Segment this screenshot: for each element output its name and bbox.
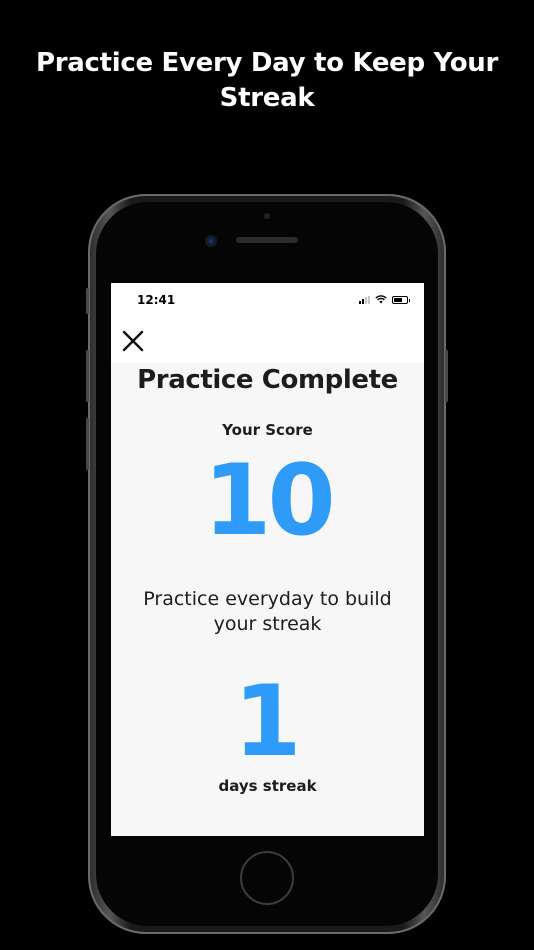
- page-title: Practice Complete: [137, 365, 398, 395]
- wifi-icon: [375, 295, 387, 304]
- status-time: 12:41: [137, 293, 176, 307]
- phone-mute-switch: [86, 288, 89, 314]
- proximity-sensor: [264, 213, 270, 219]
- promo-headline: Practice Every Day to Keep Your Streak: [35, 48, 499, 113]
- streak-value: 1: [233, 665, 302, 779]
- phone-volume-up: [86, 350, 89, 402]
- home-button: [240, 851, 294, 905]
- score-value: 10: [203, 444, 335, 558]
- signal-icon: [359, 295, 370, 304]
- phone-power-button: [445, 350, 448, 402]
- close-icon: [122, 330, 144, 352]
- close-button[interactable]: [121, 329, 145, 353]
- score-label: Your Score: [222, 421, 313, 439]
- earpiece-speaker: [236, 237, 298, 243]
- battery-icon: [392, 295, 410, 304]
- app-screen: 12:41 Practice Complete Your Score 10 Pr…: [111, 283, 424, 836]
- streak-message: Practice everyday to build your streak: [143, 588, 392, 635]
- streak-label: days streak: [218, 777, 317, 795]
- status-icons: [359, 295, 410, 304]
- phone-volume-down: [86, 418, 89, 470]
- app-header: 12:41: [111, 283, 424, 363]
- front-camera: [205, 235, 217, 247]
